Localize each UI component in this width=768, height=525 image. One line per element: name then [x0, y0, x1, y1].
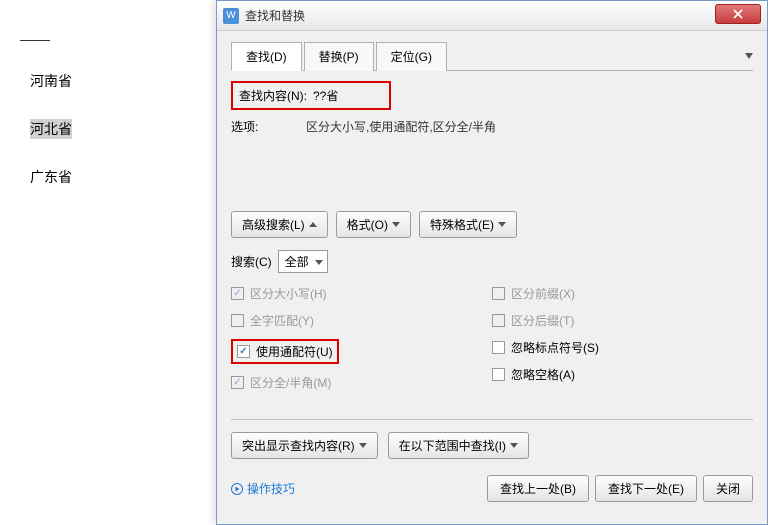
find-prev-button[interactable]: 查找上一处(B)	[487, 475, 589, 502]
checkbox-icon	[492, 287, 505, 300]
options-value: 区分大小写,使用通配符,区分全/半角	[306, 118, 496, 135]
find-label: 查找内容(N):	[239, 87, 307, 104]
find-next-button[interactable]: 查找下一处(E)	[595, 475, 697, 502]
check-suffix: 区分后缀(T)	[492, 312, 753, 329]
checkbox-icon	[231, 287, 244, 300]
checkbox-icon	[492, 368, 505, 381]
tab-replace[interactable]: 替换(P)	[304, 42, 374, 71]
doc-line-1[interactable]: 河南省	[30, 71, 186, 91]
find-dropdown-arrow[interactable]	[745, 53, 753, 59]
chevron-down-icon	[392, 222, 400, 227]
close-button[interactable]	[715, 4, 761, 24]
find-replace-dialog: W 查找和替换 查找(D) 替换(P) 定位(G) 查找内容(N): ??省 选…	[216, 0, 768, 525]
checkbox-icon	[231, 314, 244, 327]
check-full-half-width: 区分全/半角(M)	[231, 374, 492, 391]
checkbox-icon	[492, 314, 505, 327]
special-format-button[interactable]: 特殊格式(E)	[419, 211, 517, 238]
tips-link[interactable]: 操作技巧	[231, 480, 295, 497]
check-wildcard[interactable]: 使用通配符(U)	[231, 339, 492, 364]
tab-bar: 查找(D) 替换(P) 定位(G)	[231, 41, 753, 71]
check-whole-word: 全字匹配(Y)	[231, 312, 492, 329]
checkbox-icon	[237, 345, 250, 358]
chevron-up-icon	[309, 222, 317, 227]
checkbox-icon	[231, 376, 244, 389]
document-area: 河南省 河北省 广东省	[0, 0, 216, 525]
tab-find[interactable]: 查找(D)	[231, 42, 302, 71]
checkbox-icon	[492, 341, 505, 354]
check-prefix: 区分前缀(X)	[492, 285, 753, 302]
search-scope-select[interactable]: 全部	[278, 250, 328, 273]
find-content-highlight: 查找内容(N): ??省	[231, 81, 391, 110]
check-ignore-punctuation[interactable]: 忽略标点符号(S)	[492, 339, 753, 356]
chevron-down-icon	[359, 443, 367, 448]
doc-line-2[interactable]: 河北省	[30, 119, 186, 139]
text-cursor	[20, 40, 50, 41]
find-input[interactable]: ??省	[313, 87, 338, 104]
check-ignore-space[interactable]: 忽略空格(A)	[492, 366, 753, 383]
options-label: 选项:	[231, 118, 306, 135]
format-button[interactable]: 格式(O)	[336, 211, 411, 238]
doc-line-3[interactable]: 广东省	[30, 167, 186, 187]
close-icon	[733, 9, 743, 19]
app-icon: W	[223, 8, 239, 24]
play-icon	[231, 483, 243, 495]
highlight-results-button[interactable]: 突出显示查找内容(R)	[231, 432, 378, 459]
titlebar[interactable]: W 查找和替换	[217, 1, 767, 31]
chevron-down-icon	[510, 443, 518, 448]
search-scope-label: 搜索(C)	[231, 253, 272, 270]
chevron-down-icon	[498, 222, 506, 227]
dialog-title: 查找和替换	[245, 7, 305, 24]
check-match-case: 区分大小写(H)	[231, 285, 492, 302]
find-in-range-button[interactable]: 在以下范围中查找(I)	[388, 432, 529, 459]
advanced-search-button[interactable]: 高级搜索(L)	[231, 211, 328, 238]
tab-goto[interactable]: 定位(G)	[376, 42, 447, 71]
separator	[231, 419, 753, 420]
chevron-down-icon	[315, 260, 323, 265]
close-dialog-button[interactable]: 关闭	[703, 475, 753, 502]
